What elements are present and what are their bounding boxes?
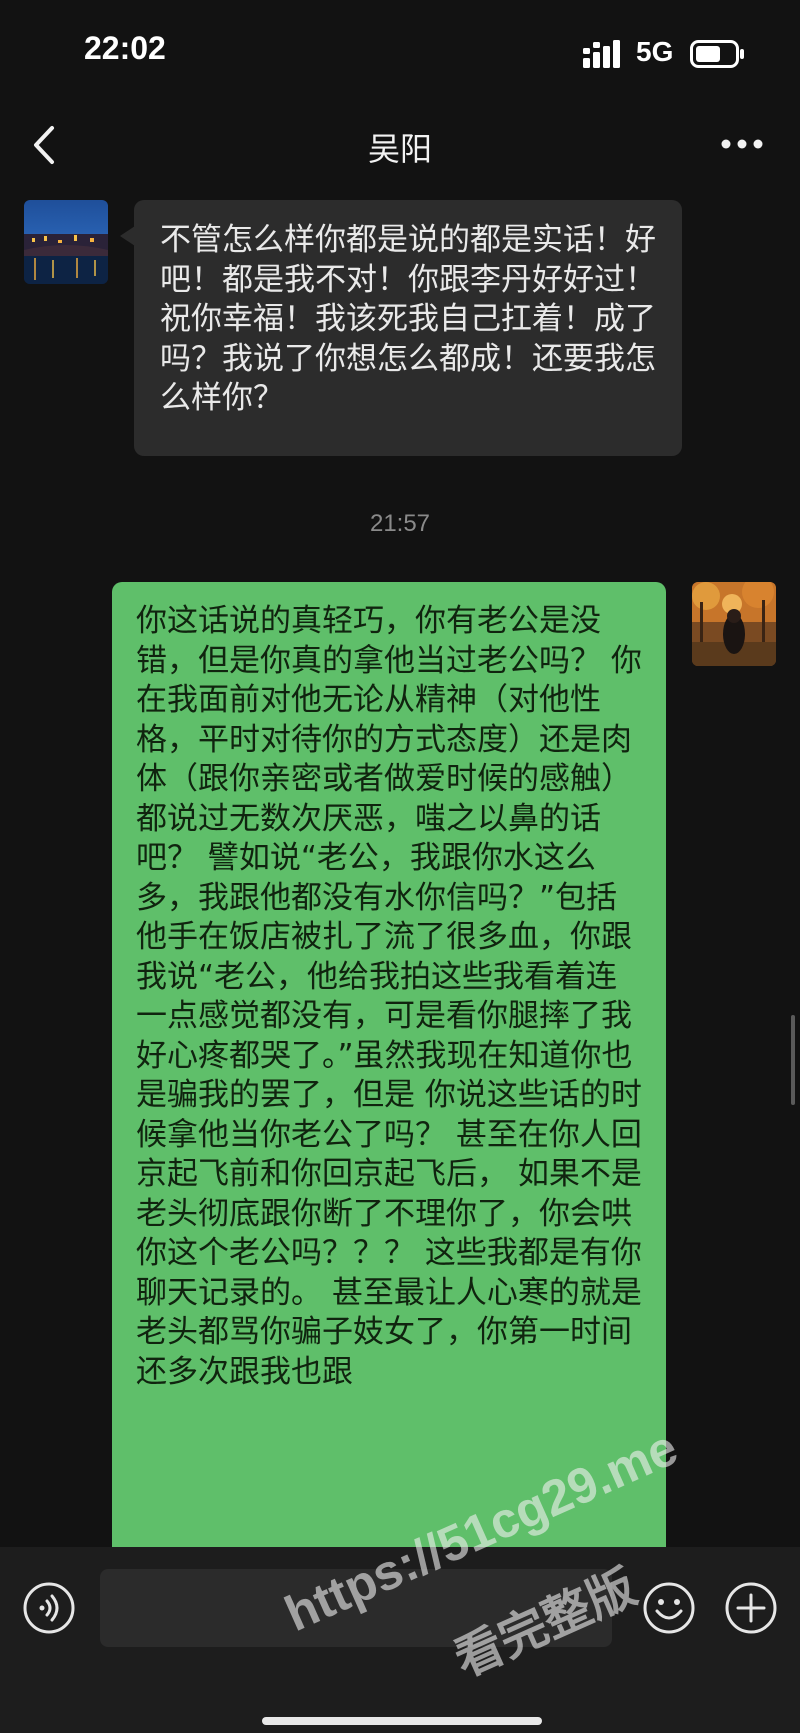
voice-icon[interactable]	[22, 1581, 76, 1635]
outgoing-message-bubble[interactable]: 你这话说的真轻巧，你有老公是没错，但是你真的拿他当过老公吗？ 你在我面前对他无论…	[112, 582, 666, 1582]
status-time: 22:02	[84, 30, 166, 66]
battery-icon	[690, 40, 744, 68]
signal-bars-icon	[583, 40, 620, 68]
network-type-label: 5G	[636, 36, 674, 67]
chat-header: 吴阳	[0, 100, 800, 190]
night-city-photo	[24, 200, 108, 284]
plus-circle-icon[interactable]	[724, 1581, 778, 1635]
home-indicator[interactable]	[262, 1717, 542, 1725]
chat-title: 吴阳	[367, 130, 432, 168]
status-bar: 22:02 5G	[0, 0, 800, 100]
input-bar	[0, 1547, 800, 1733]
scroll-indicator[interactable]	[791, 1015, 795, 1105]
message-input[interactable]	[100, 1569, 612, 1647]
autumn-forest-photo	[692, 582, 776, 666]
message-timestamp: 21:57	[369, 510, 431, 537]
more-dots-icon[interactable]	[720, 132, 764, 156]
my-avatar[interactable]	[692, 582, 776, 666]
incoming-message-bubble[interactable]: 不管怎么样你都是说的都是实话！好吧！都是我不对！你跟李丹好好过！祝你幸福！我该死…	[120, 200, 682, 456]
emoji-icon[interactable]	[642, 1581, 696, 1635]
contact-avatar[interactable]	[24, 200, 108, 284]
